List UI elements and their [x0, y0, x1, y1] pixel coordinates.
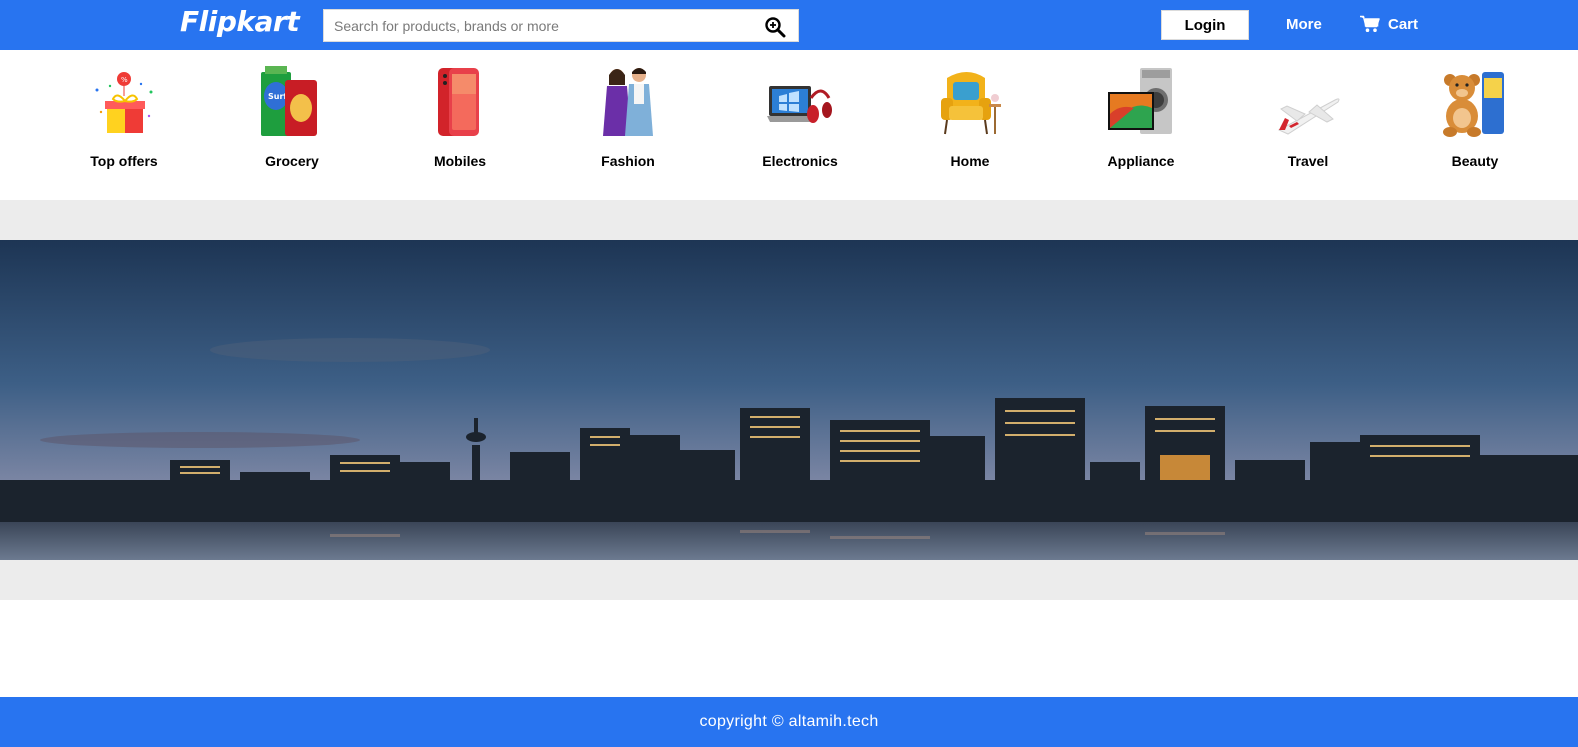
- flipkart-logo[interactable]: Flipkart: [180, 5, 300, 38]
- banner-top-spacer: [0, 200, 1578, 240]
- fashion-couple-icon: [595, 66, 661, 138]
- category-grocery[interactable]: Surf Grocery: [229, 66, 349, 186]
- category-top-offers[interactable]: % Top offers: [61, 66, 181, 186]
- copyright-text: copyright © altamih.tech: [699, 713, 879, 730]
- smartphone-icon: [427, 66, 493, 138]
- login-button[interactable]: Login: [1161, 10, 1249, 40]
- cart-icon: [1360, 15, 1380, 33]
- airplane-icon: [1275, 66, 1341, 138]
- category-appliance[interactable]: Appliance: [1078, 66, 1198, 186]
- svg-text:Surf: Surf: [268, 92, 287, 101]
- city-skyline-banner[interactable]: [0, 240, 1578, 560]
- category-home[interactable]: Home: [907, 66, 1027, 186]
- banner-bottom-spacer: [0, 560, 1578, 600]
- category-label: Beauty: [1451, 153, 1499, 169]
- more-menu[interactable]: More: [1286, 16, 1322, 33]
- laptop-headphones-icon: [767, 66, 833, 138]
- category-label: Grocery: [265, 153, 319, 169]
- city-skyline-night-image: [0, 240, 1578, 560]
- gift-box-icon: %: [91, 66, 157, 138]
- cart-label: Cart: [1388, 15, 1419, 33]
- category-label: Home: [950, 153, 990, 169]
- category-beauty[interactable]: Beauty: [1412, 66, 1532, 186]
- armchair-icon: [937, 66, 1003, 138]
- top-header: Flipkart Login More Cart: [0, 0, 1578, 50]
- category-travel[interactable]: Travel: [1245, 66, 1365, 186]
- search-input[interactable]: [324, 10, 754, 41]
- tv-washer-icon: [1108, 66, 1174, 138]
- category-fashion[interactable]: Fashion: [565, 66, 685, 186]
- footer: copyright © altamih.tech: [0, 697, 1578, 747]
- category-electronics[interactable]: Electronics: [737, 66, 857, 186]
- category-label: Top offers: [90, 153, 158, 169]
- category-label: Mobiles: [433, 153, 487, 169]
- category-strip: % Top offers Surf Grocery Mobiles Fashio…: [0, 50, 1578, 200]
- grocery-packs-icon: Surf: [259, 66, 325, 138]
- cart-button[interactable]: Cart: [1360, 15, 1418, 33]
- teddy-bear-icon: [1442, 66, 1508, 138]
- search-bar: [323, 9, 799, 42]
- category-label: Electronics: [762, 153, 838, 169]
- category-label: Appliance: [1107, 153, 1175, 169]
- category-label: Travel: [1287, 153, 1329, 169]
- svg-text:%: %: [121, 76, 128, 84]
- search-icon[interactable]: [764, 16, 786, 38]
- category-label: Fashion: [601, 153, 655, 169]
- category-mobiles[interactable]: Mobiles: [397, 66, 517, 186]
